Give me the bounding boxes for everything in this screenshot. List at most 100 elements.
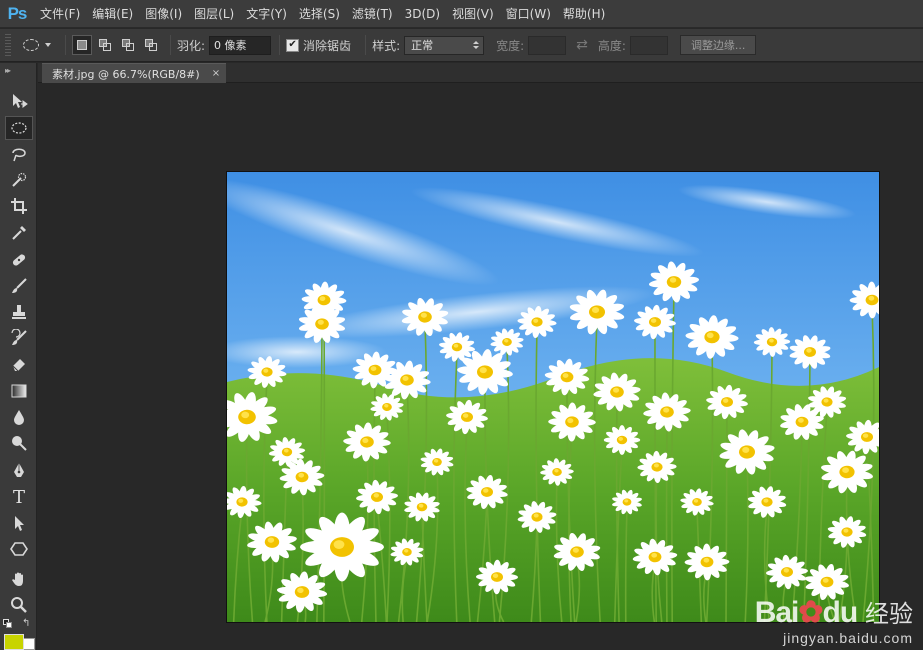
hand-icon <box>12 572 23 586</box>
dodge-tool[interactable] <box>5 431 33 455</box>
check-icon: ✔ <box>288 39 297 50</box>
style-label: 样式: <box>372 38 401 53</box>
photo-image <box>227 172 879 622</box>
menu-image[interactable]: 图像(I) <box>139 0 188 28</box>
baidu-logo: Bai✿du <box>754 596 858 629</box>
collapse-icon[interactable]: ▸▸ <box>0 63 36 77</box>
zoom-tool[interactable] <box>5 593 33 617</box>
menu-window[interactable]: 窗口(W) <box>500 0 557 28</box>
divider <box>279 35 281 55</box>
tool-preset-picker[interactable] <box>19 33 59 57</box>
toolbox: ▸▸ T ↰ <box>0 63 37 650</box>
photo-daisies-sky[interactable] <box>227 172 879 622</box>
new-selection-icon <box>77 40 87 50</box>
menu-help[interactable]: 帮助(H) <box>557 0 611 28</box>
gradient-icon <box>11 384 27 398</box>
clone-stamp-icon <box>12 305 26 319</box>
menu-file[interactable]: 文件(F) <box>34 0 86 28</box>
feather-input[interactable] <box>209 35 272 55</box>
menu-select[interactable]: 选择(S) <box>293 0 346 28</box>
antialias-checkbox[interactable]: ✔ <box>286 38 300 52</box>
intersect-selection-button[interactable] <box>141 35 161 55</box>
add-selection-icon <box>99 39 111 51</box>
menu-type[interactable]: 文字(Y) <box>240 0 293 28</box>
menu-3d[interactable]: 3D(D) <box>399 0 446 28</box>
ps-logo: Ps <box>7 3 28 23</box>
swap-arrows-icon[interactable]: ⇄ <box>576 37 588 53</box>
baidu-jingyan-watermark: Bai✿du 经验 jingyan.baidu.com <box>755 594 913 646</box>
ellipse-marquee-tool[interactable] <box>5 116 33 140</box>
menu-layer[interactable]: 图层(L) <box>188 0 240 28</box>
paw-icon: ✿ <box>798 596 823 629</box>
document-tab-bar: 素材.jpg @ 66.7%(RGB/8#) × <box>38 63 923 83</box>
move-tool[interactable] <box>5 89 33 113</box>
add-selection-button[interactable] <box>95 35 115 55</box>
lasso-tool[interactable] <box>5 142 33 166</box>
height-input[interactable] <box>629 35 668 55</box>
eyedropper-tool[interactable] <box>5 221 33 245</box>
width-label: 宽度: <box>496 38 525 53</box>
brush-tool[interactable] <box>5 274 33 298</box>
dodge-icon <box>12 436 27 451</box>
menu-view[interactable]: 视图(V) <box>446 0 500 28</box>
options-bar: 羽化: ✔ 消除锯齿 样式: 正常 宽度: ⇄ 高度: 调整边缘... <box>0 29 923 62</box>
new-selection-button[interactable] <box>72 35 92 55</box>
style-value: 正常 <box>411 39 434 52</box>
clone-stamp-tool[interactable] <box>5 300 33 324</box>
menu-edit[interactable]: 编辑(E) <box>86 0 139 28</box>
watermark-cn: 经验 <box>865 600 913 628</box>
default-colors-icon[interactable] <box>3 619 13 628</box>
updown-arrows-icon <box>473 41 480 49</box>
blur-icon <box>14 410 24 425</box>
shape-icon <box>10 542 28 556</box>
canvas-area[interactable]: Bai✿du 经验 jingyan.baidu.com <box>38 84 923 650</box>
path-select-icon <box>15 516 24 531</box>
move-icon <box>13 94 28 108</box>
ellipse-marquee-icon <box>23 39 39 51</box>
crop-tool[interactable] <box>5 194 33 218</box>
lasso-icon <box>12 148 26 162</box>
history-brush-icon <box>11 329 27 345</box>
pen-icon <box>14 463 24 477</box>
document-tab-title: 素材.jpg @ 66.7%(RGB/8#) <box>52 67 200 81</box>
zoom-icon <box>11 597 27 613</box>
style-select[interactable]: 正常 <box>404 35 485 55</box>
eraser-tool[interactable] <box>5 352 33 376</box>
type-tool[interactable]: T <box>5 485 33 509</box>
intersect-selection-icon <box>145 39 157 51</box>
history-brush-tool[interactable] <box>5 326 33 350</box>
blur-tool[interactable] <box>5 405 33 429</box>
menu-filter[interactable]: 滤镜(T) <box>346 0 399 28</box>
menu-bar: Ps 文件(F) 编辑(E) 图像(I) 图层(L) 文字(Y) 选择(S) 滤… <box>0 0 923 28</box>
foreground-color-swatch[interactable] <box>4 634 24 650</box>
quick-select-tool[interactable] <box>5 168 33 192</box>
healing-brush-icon <box>12 254 26 266</box>
divider <box>65 35 66 55</box>
feather-label: 羽化: <box>177 38 206 53</box>
type-icon: T <box>12 486 25 508</box>
gradient-tool[interactable] <box>5 379 33 403</box>
shape-tool[interactable] <box>5 537 33 561</box>
path-select-tool[interactable] <box>5 511 33 535</box>
refine-edge-button[interactable]: 调整边缘... <box>679 35 757 55</box>
close-icon[interactable]: × <box>212 68 220 79</box>
brush-icon <box>12 278 27 293</box>
document-tab[interactable]: 素材.jpg @ 66.7%(RGB/8#) × <box>42 63 227 83</box>
ellipse-marquee-icon <box>11 122 27 134</box>
watermark-url: jingyan.baidu.com <box>783 630 913 646</box>
options-grip[interactable] <box>5 34 11 56</box>
crop-icon <box>11 198 27 214</box>
pen-tool[interactable] <box>5 459 33 483</box>
quick-select-icon <box>12 172 27 187</box>
width-input[interactable] <box>528 35 567 55</box>
eyedropper-icon <box>12 226 26 240</box>
healing-brush-tool[interactable] <box>5 248 33 272</box>
divider <box>365 35 367 55</box>
antialias-label: 消除锯齿 <box>303 38 352 53</box>
divider <box>170 35 171 55</box>
hand-tool[interactable] <box>5 567 33 591</box>
subtract-selection-button[interactable] <box>118 35 138 55</box>
swap-colors-icon[interactable]: ↰ <box>22 618 30 629</box>
chevron-down-icon <box>45 43 51 47</box>
subtract-selection-icon <box>122 39 134 51</box>
